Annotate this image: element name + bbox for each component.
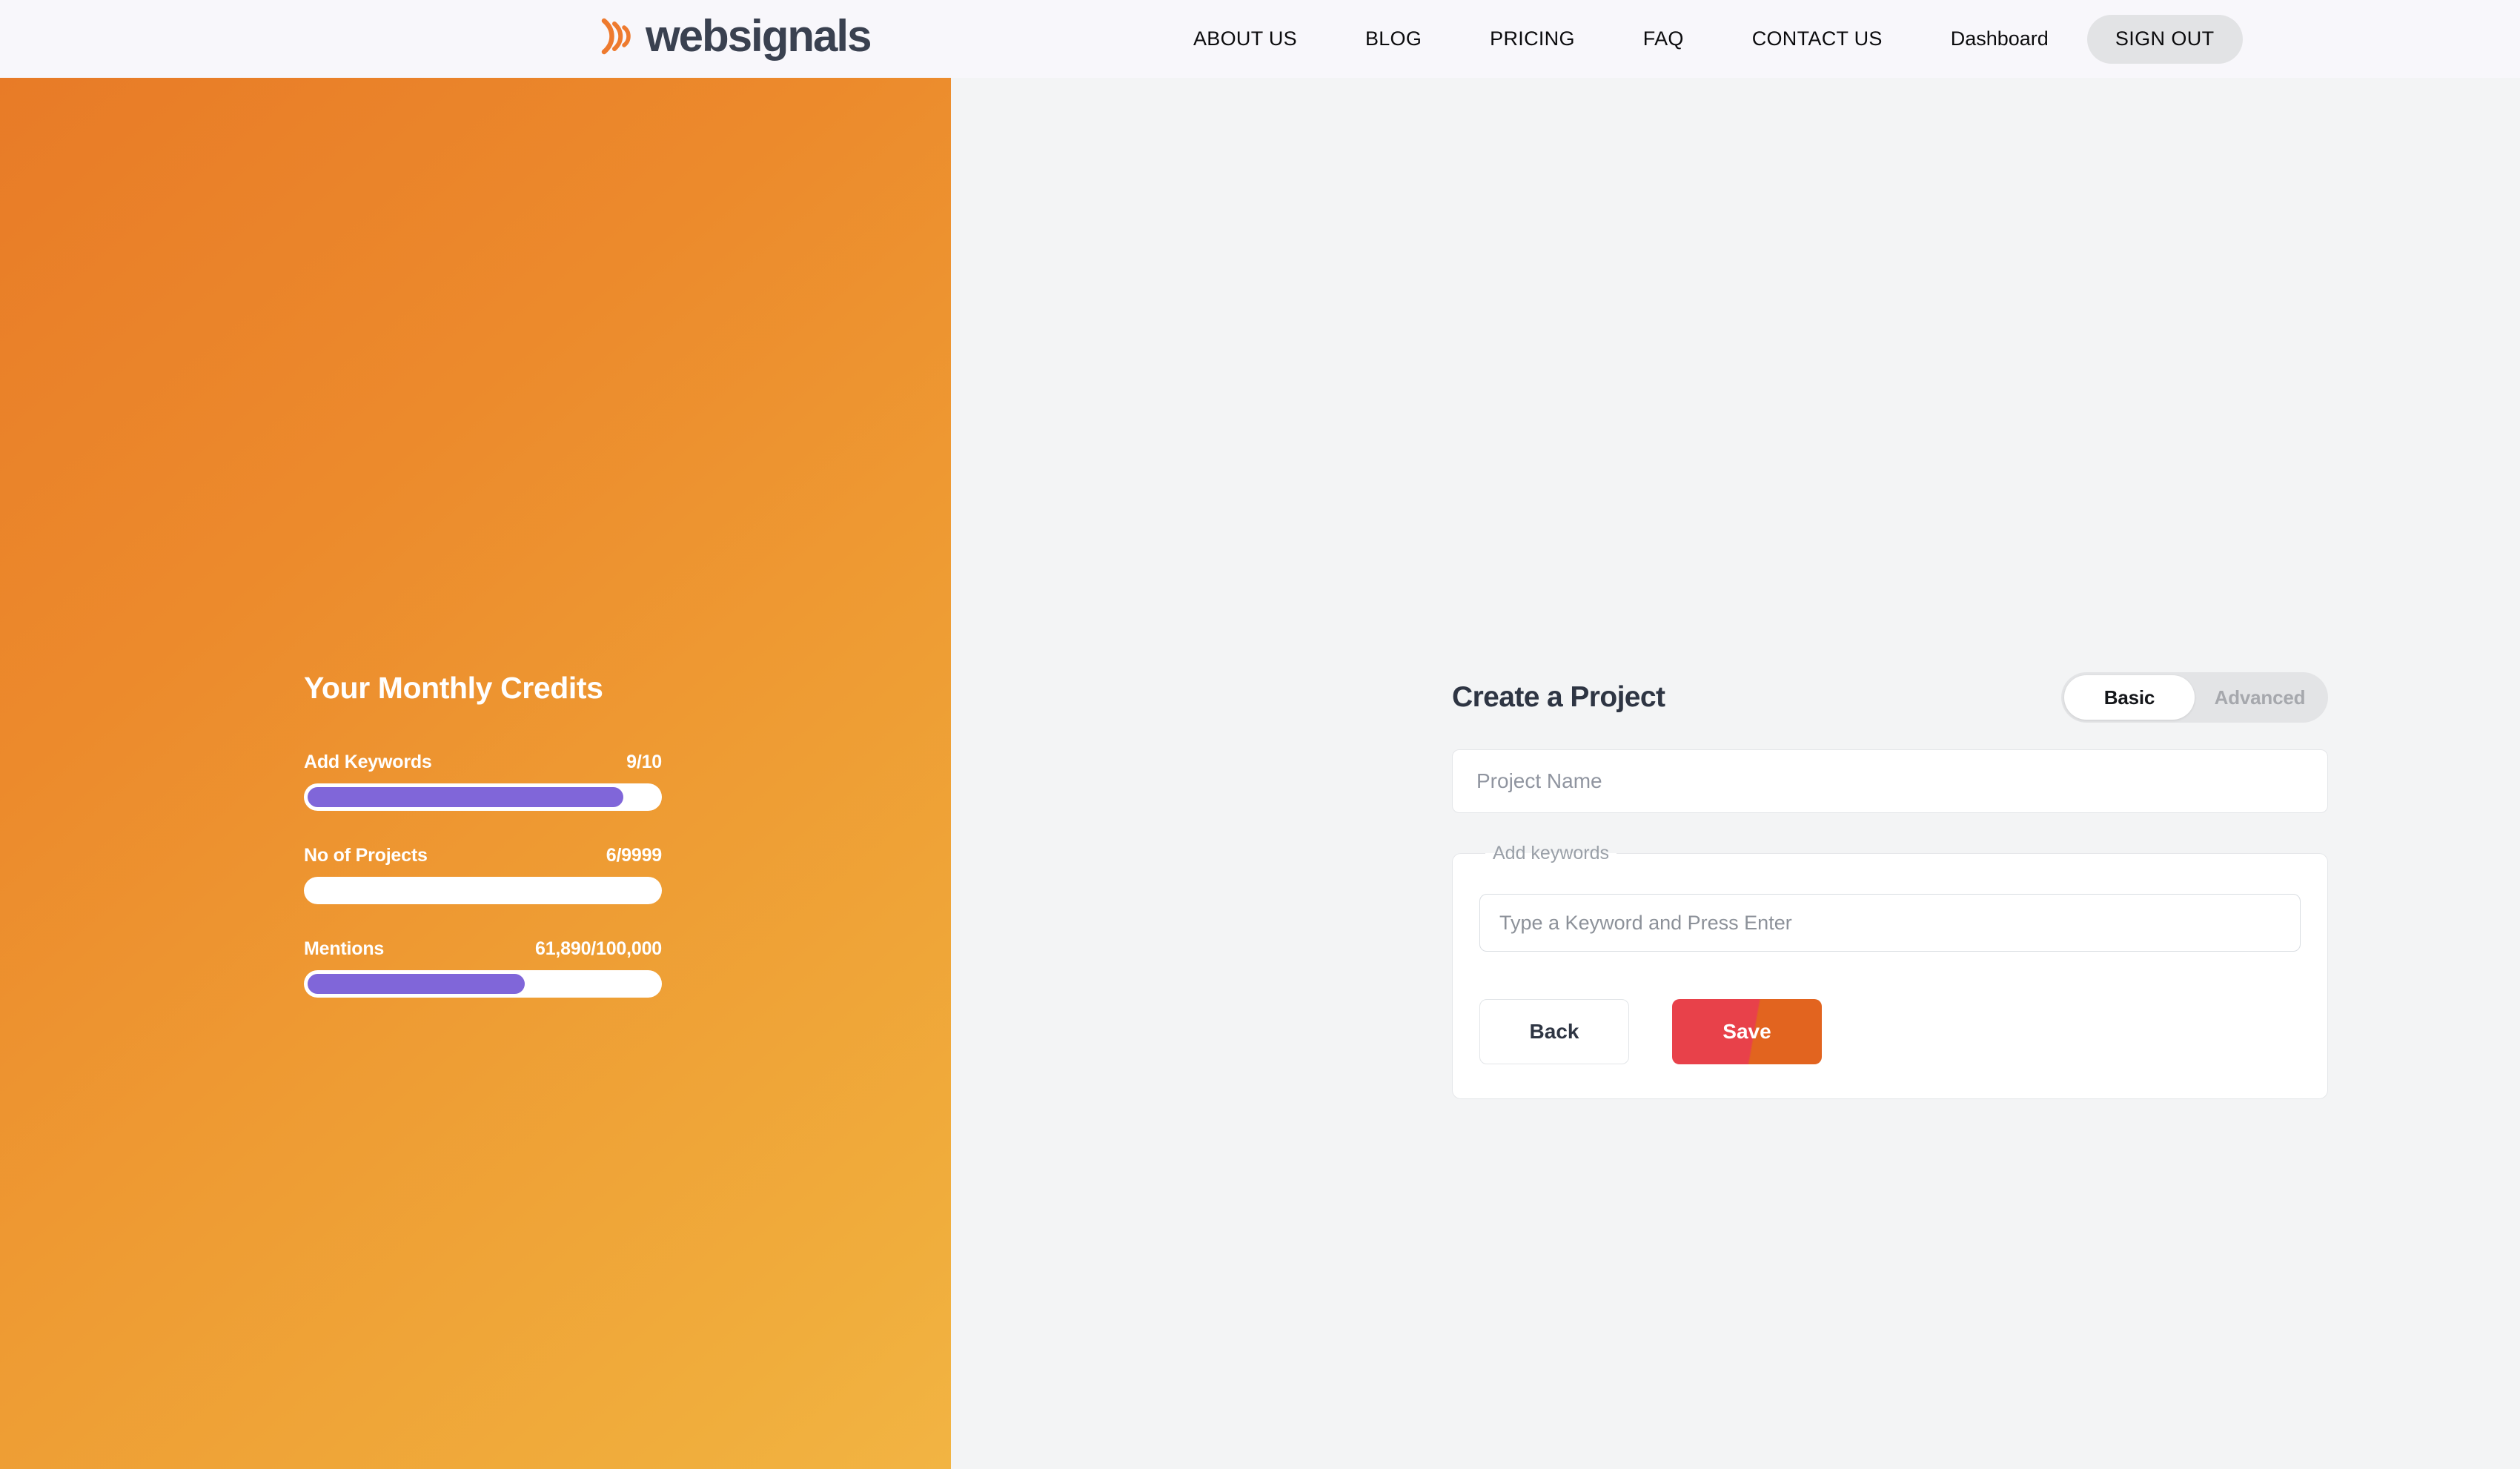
nav-item-pricing[interactable]: PRICING <box>1490 27 1575 50</box>
credits-container: Your Monthly Credits Add Keywords 9/10 N… <box>304 671 662 998</box>
nav-item-about-us[interactable]: ABOUT US <box>1193 27 1297 50</box>
credit-header: No of Projects 6/9999 <box>304 845 662 866</box>
credit-row-mentions: Mentions 61,890/100,000 <box>304 938 662 998</box>
toggle-option-advanced[interactable]: Advanced <box>2195 675 2325 720</box>
nav-item-contact-us[interactable]: CONTACT US <box>1752 27 1883 50</box>
nav-item-dashboard[interactable]: Dashboard <box>1951 27 2049 50</box>
credit-value: 61,890/100,000 <box>535 938 662 959</box>
sign-out-button[interactable]: SIGN OUT <box>2086 14 2243 64</box>
keyword-input[interactable] <box>1479 894 2301 952</box>
brand-logo-text: websignals <box>646 11 872 61</box>
progress-bar-track <box>304 877 662 904</box>
add-keywords-legend: Add keywords <box>1493 843 1610 863</box>
credit-value: 6/9999 <box>606 845 662 866</box>
form-actions: Back Save <box>1479 999 2301 1064</box>
top-navigation-bar: websignals ABOUT US BLOG PRICING FAQ CON… <box>0 0 2520 78</box>
create-project-panel: Create a Project Basic Advanced Add keyw… <box>951 78 2520 1469</box>
form-header: Create a Project Basic Advanced <box>1452 671 2328 724</box>
monthly-credits-panel: Your Monthly Credits Add Keywords 9/10 N… <box>0 78 951 1469</box>
credit-row-no-of-projects: No of Projects 6/9999 <box>304 845 662 904</box>
mode-toggle[interactable]: Basic Advanced <box>2061 672 2328 723</box>
toggle-option-basic[interactable]: Basic <box>2064 675 2195 720</box>
credit-header: Mentions 61,890/100,000 <box>304 938 662 960</box>
brand-logo[interactable]: websignals <box>597 10 872 62</box>
signal-waves-icon <box>601 18 631 55</box>
back-button[interactable]: Back <box>1479 999 1629 1064</box>
project-name-input[interactable] <box>1452 749 2328 813</box>
page-title: Create a Project <box>1452 681 1665 713</box>
credit-label: No of Projects <box>304 845 428 866</box>
save-button[interactable]: Save <box>1672 999 1822 1064</box>
nav-item-blog[interactable]: BLOG <box>1365 27 1422 50</box>
credit-value: 9/10 <box>626 752 662 772</box>
progress-bar-fill <box>308 787 623 807</box>
credit-header: Add Keywords 9/10 <box>304 752 662 773</box>
credit-row-add-keywords: Add Keywords 9/10 <box>304 752 662 811</box>
add-keywords-group: Add keywords Back Save <box>1452 843 2328 1099</box>
main-nav: ABOUT US BLOG PRICING FAQ CONTACT US Das… <box>1193 0 2243 78</box>
credit-label: Mentions <box>304 938 385 959</box>
progress-bar-track <box>304 970 662 998</box>
credit-label: Add Keywords <box>304 752 432 772</box>
credits-title: Your Monthly Credits <box>304 671 603 705</box>
progress-bar-track <box>304 783 662 811</box>
progress-bar-fill <box>308 974 525 994</box>
nav-item-faq[interactable]: FAQ <box>1643 27 1684 50</box>
create-project-form: Create a Project Basic Advanced Add keyw… <box>1452 671 2328 1099</box>
